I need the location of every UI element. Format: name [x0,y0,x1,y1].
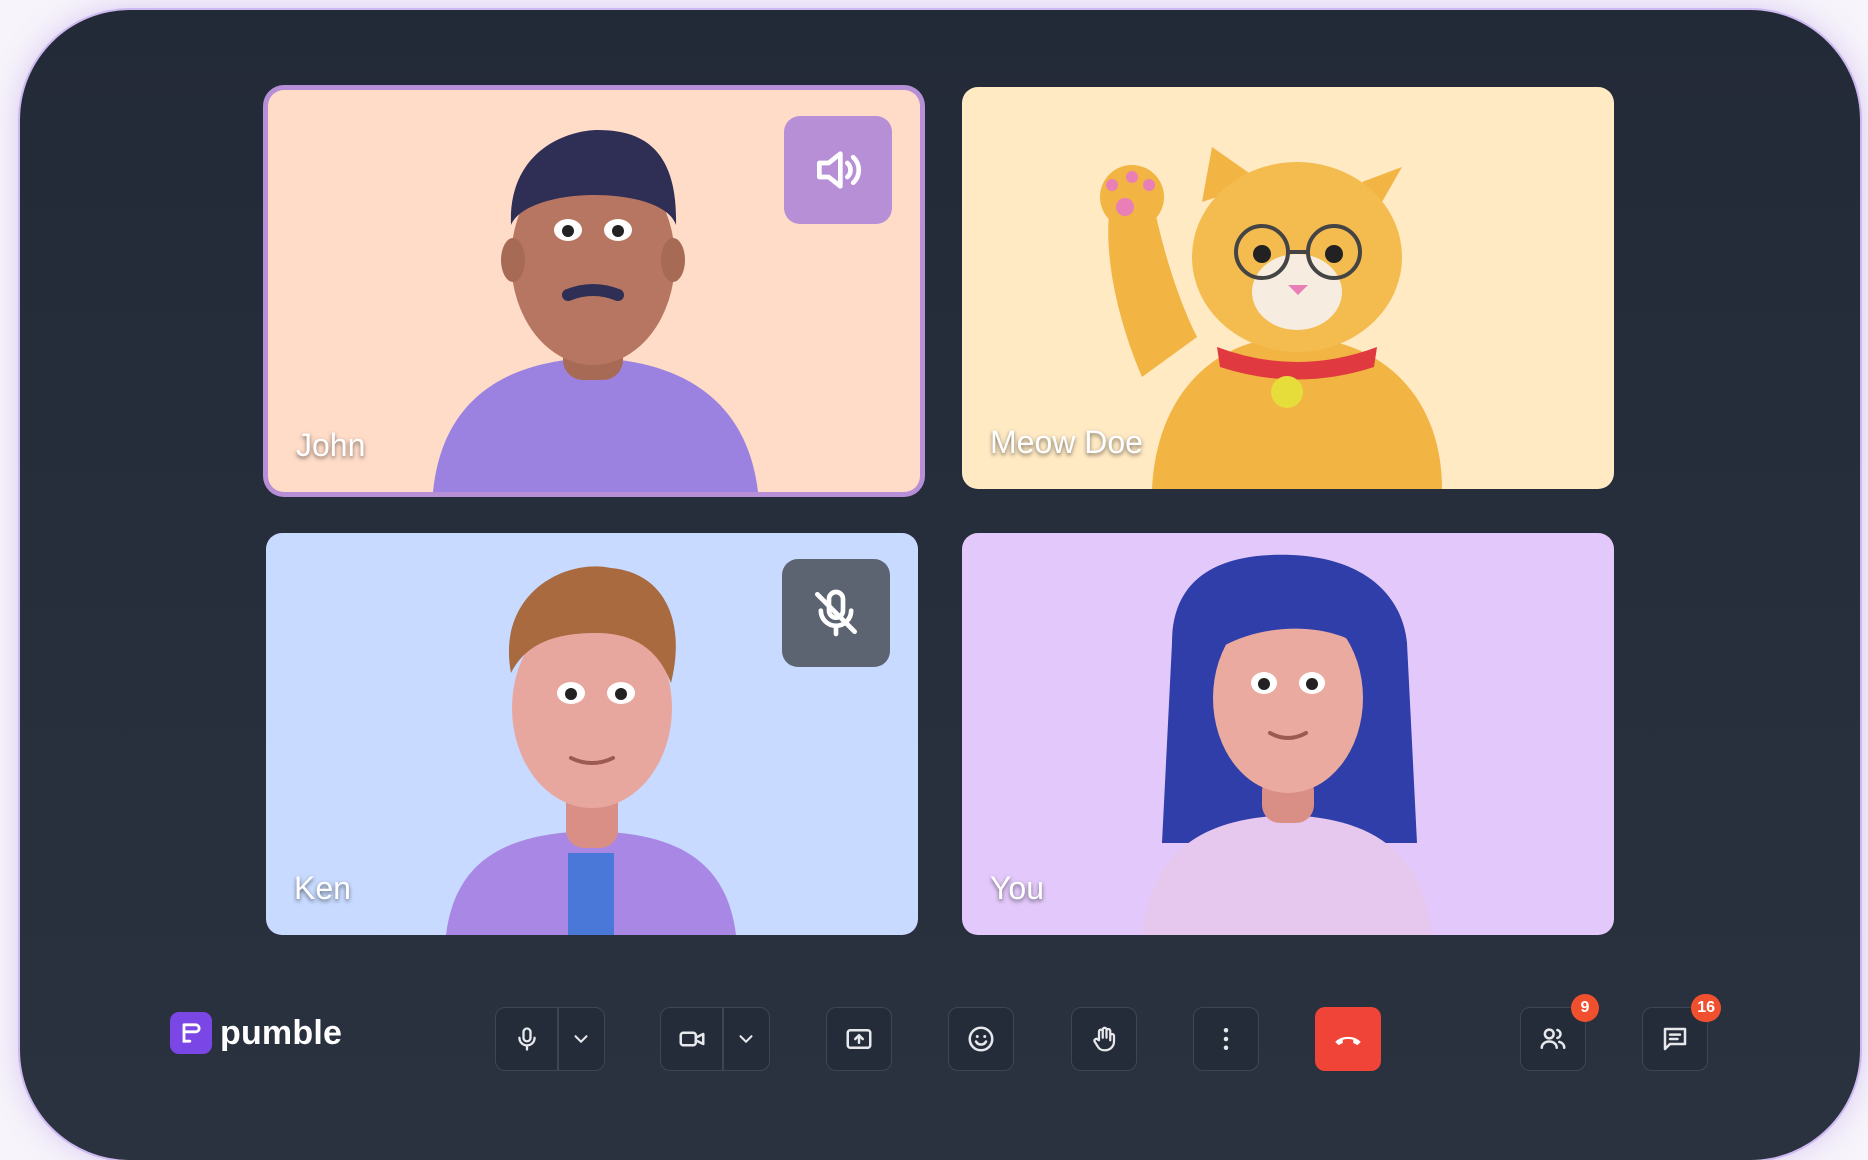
participant-name: Meow Doe [990,424,1143,460]
participant-name: Ken [294,870,351,906]
chat-count-badge: 16 [1691,994,1721,1022]
video-icon [679,1031,705,1047]
microphone-options-button[interactable] [559,1008,604,1070]
call-controls-bar: pumble 9 16 [0,994,1868,1072]
camera-button[interactable] [661,1008,722,1070]
participants-count-badge: 9 [1571,994,1599,1022]
screen-share-icon [846,1029,872,1049]
participants-button[interactable]: 9 [1520,994,1599,1071]
mic-icon [517,1027,536,1051]
video-tile-john[interactable]: John [268,90,920,492]
screen-share-button[interactable] [826,1007,892,1071]
chevron-down-icon [574,1035,588,1043]
microphone-control [495,1007,605,1071]
emoji-icon [968,1026,994,1052]
raise-hand-button[interactable] [1071,1007,1137,1071]
camera-options-button[interactable] [724,1008,769,1070]
video-tile-you[interactable]: You [962,533,1614,935]
end-call-button[interactable] [1315,1007,1381,1071]
chevron-down-icon [739,1035,753,1043]
speaking-indicator [784,116,892,224]
raise-hand-icon [1093,1026,1116,1052]
speaker-icon [817,151,862,189]
more-options-button[interactable] [1193,1007,1259,1071]
more-vertical-icon [1223,1028,1229,1050]
video-tile-meow-doe[interactable]: Meow Doe [962,87,1614,489]
chat-button[interactable]: 16 [1642,994,1721,1071]
brand-logo: pumble [170,1012,342,1054]
mic-off-icon [815,589,857,637]
brand-name: pumble [220,1013,343,1052]
muted-indicator [782,559,890,667]
avatar-you [1142,554,1432,935]
phone-hangup-icon [1335,1036,1361,1046]
microphone-button[interactable] [496,1008,557,1070]
reactions-button[interactable] [948,1007,1014,1071]
participant-name: John [296,427,366,463]
camera-control [660,1007,770,1071]
pumble-logo-icon [170,1012,212,1054]
video-tile-ken[interactable]: Ken [266,533,918,935]
chat-icon [1663,1027,1687,1051]
people-icon [1540,1028,1566,1049]
participant-name: You [990,870,1044,906]
